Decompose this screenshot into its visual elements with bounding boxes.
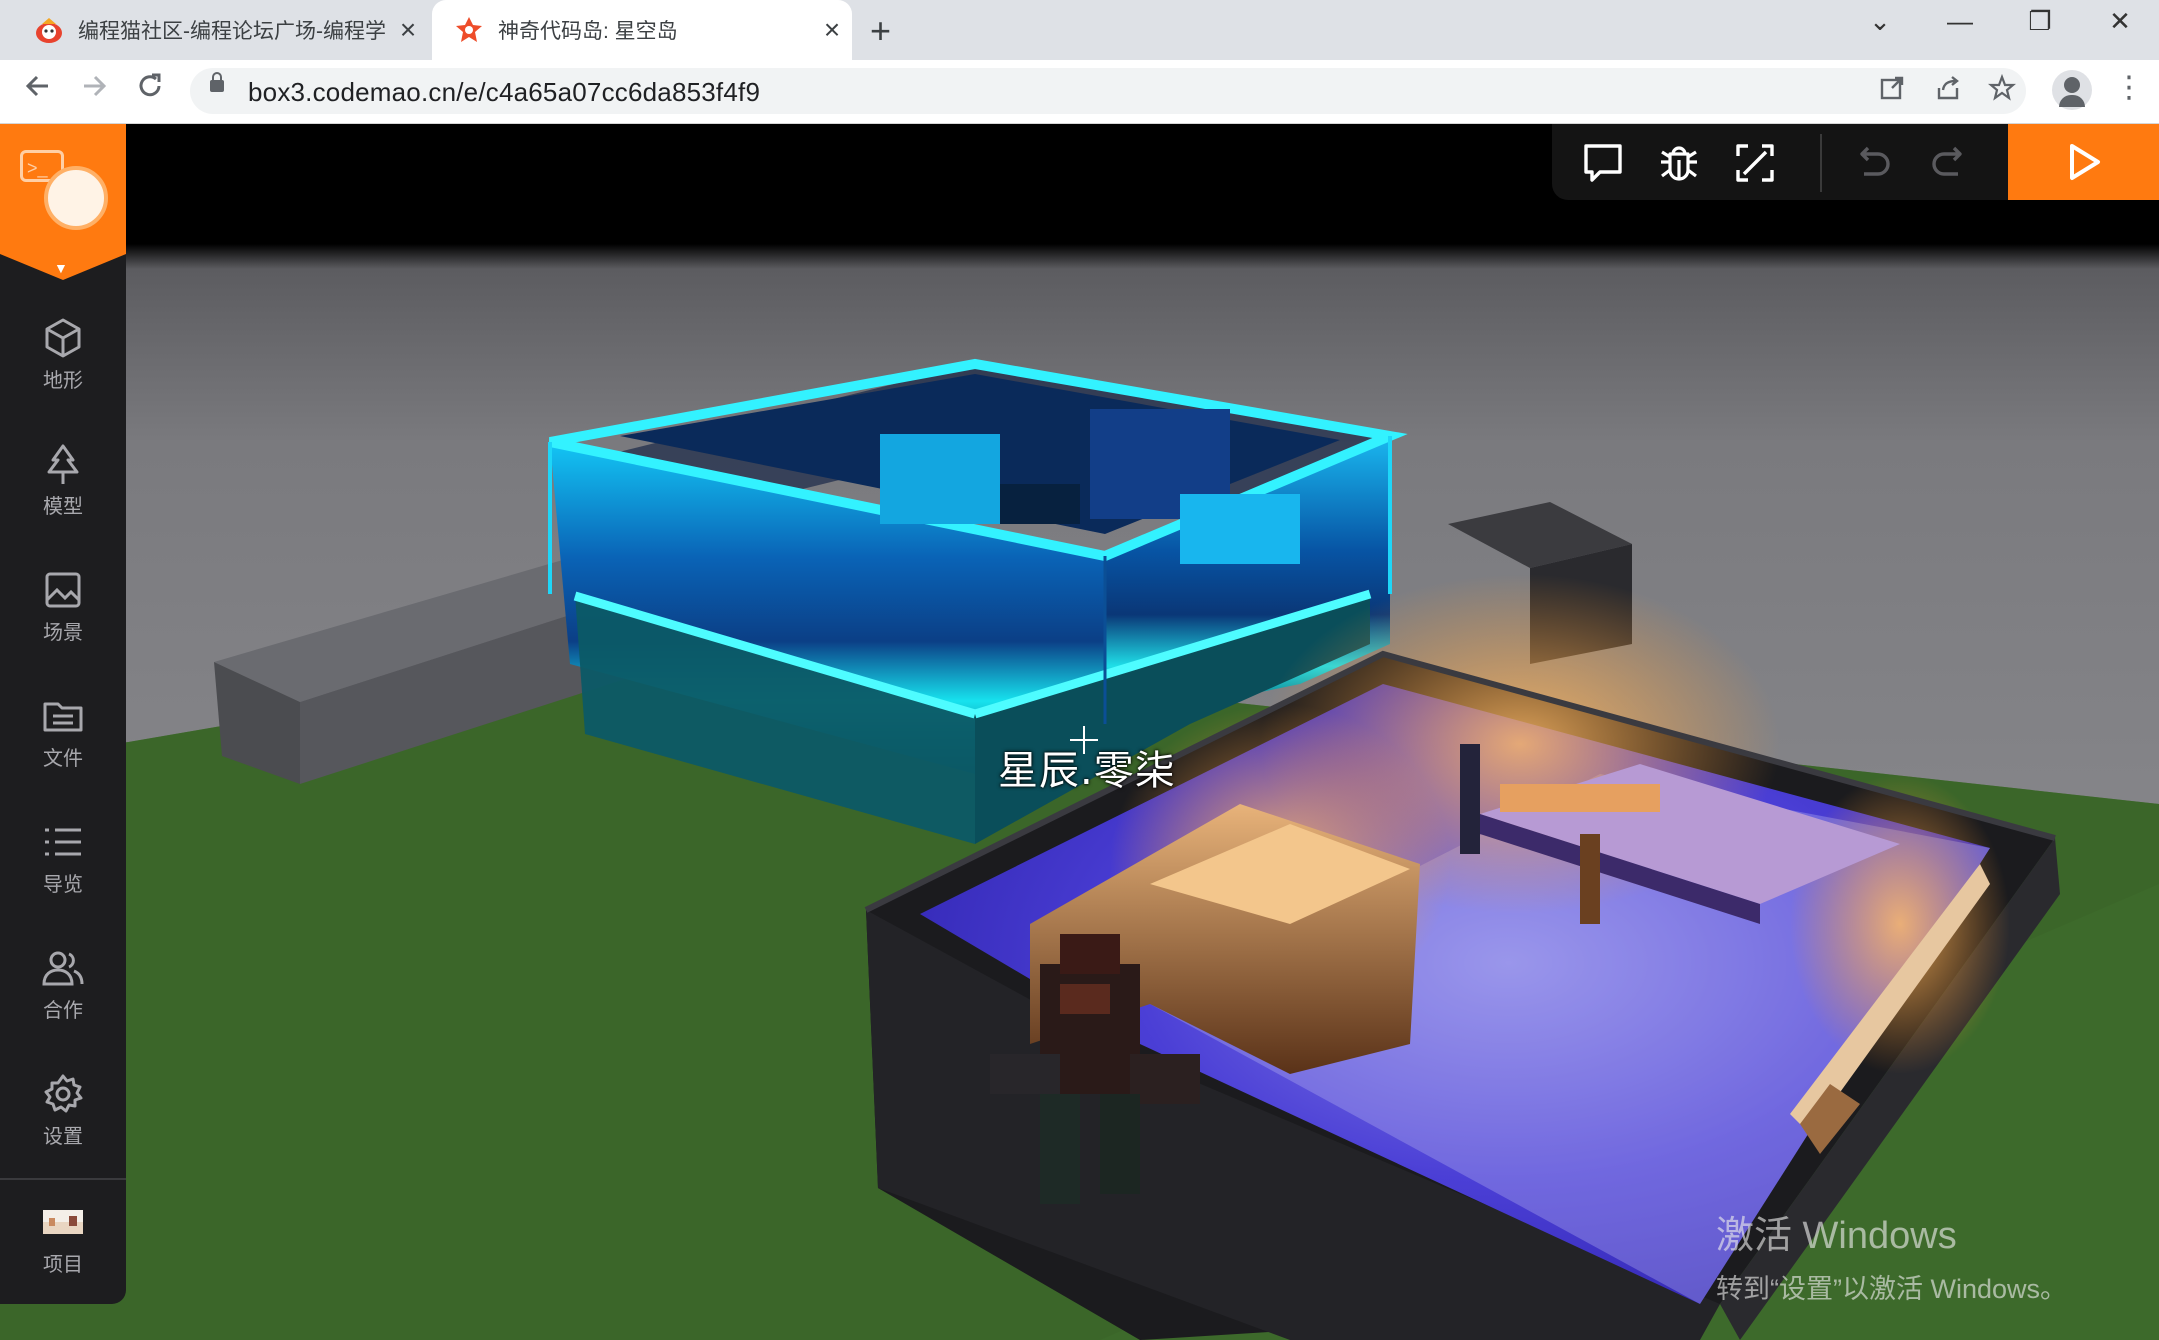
- codemao-favicon-icon: [36, 18, 62, 43]
- folder-icon: [43, 702, 83, 732]
- users-icon: [42, 951, 84, 986]
- open-in-app-icon[interactable]: [1878, 74, 1906, 102]
- sidebar-item-label: 导览: [43, 874, 83, 896]
- run-play-button[interactable]: [2008, 124, 2159, 200]
- sidebar-item-label: 场景: [43, 622, 83, 644]
- forward-icon[interactable]: [78, 70, 110, 110]
- browser-menu-icon[interactable]: ⋮: [2114, 70, 2144, 105]
- restore-button[interactable]: ❐: [2010, 6, 2070, 37]
- tab-box3-editor[interactable]: 神奇代码岛: 星空岛 ×: [432, 0, 852, 60]
- box3-mascot-logo: [44, 166, 108, 230]
- sidebar-item-label: 模型: [43, 496, 83, 518]
- sidebar-item-scene[interactable]: 场景: [0, 562, 126, 672]
- lock-icon: [210, 72, 224, 92]
- profile-avatar-icon[interactable]: [2052, 70, 2092, 110]
- watermark-title: 激活 Windows: [1716, 1215, 1957, 1257]
- sidebar-item-label: 设置: [43, 1126, 83, 1148]
- comment-icon[interactable]: [1580, 140, 1626, 186]
- debug-bug-icon[interactable]: [1656, 140, 1702, 186]
- tree-icon: [47, 444, 79, 484]
- redo-icon[interactable]: [1928, 140, 1970, 186]
- player-name-label: 星辰.零柒: [998, 748, 1176, 794]
- sidebar-item-models[interactable]: 模型: [0, 436, 126, 546]
- tab-codemao-community[interactable]: 编程猫社区-编程论坛广场-编程学 ×: [0, 0, 428, 60]
- sidebar-item-label: 地形: [43, 370, 83, 392]
- editor-sidebar: >_ ▼ 地形 模型 场景 文件 导览 合作 设置 项目: [0, 124, 126, 1304]
- editor-toolbar: [1552, 124, 2008, 200]
- address-bar: box3.codemao.cn/e/c4a65a07cc6da853f4f9 ⋮: [0, 60, 2159, 124]
- windows-activation-watermark: 激活 Windows 转到“设置”以激活 Windows。: [1716, 1204, 2067, 1306]
- tab-close-icon[interactable]: ×: [812, 14, 852, 46]
- play-icon: [2070, 144, 2100, 180]
- toolbar-separator: [1820, 134, 1822, 192]
- new-tab-button[interactable]: +: [870, 10, 891, 52]
- sidebar-item-guide[interactable]: 导览: [0, 814, 126, 924]
- fullscreen-icon[interactable]: [1732, 140, 1778, 186]
- sidebar-item-label: 文件: [43, 748, 83, 770]
- cube-icon: [45, 318, 81, 358]
- editor-logo-button[interactable]: >_ ▼: [0, 124, 126, 280]
- sidebar-item-label: 项目: [43, 1254, 83, 1276]
- sidebar-item-settings[interactable]: 设置: [0, 1066, 126, 1176]
- sidebar-item-project[interactable]: 项目: [0, 1194, 126, 1304]
- tab-title: 编程猫社区-编程论坛广场-编程学: [78, 20, 386, 43]
- sidebar-item-files[interactable]: 文件: [0, 688, 126, 798]
- tab-title: 神奇代码岛: 星空岛: [498, 20, 678, 43]
- url-text: box3.codemao.cn/e/c4a65a07cc6da853f4f9: [248, 77, 761, 107]
- share-icon[interactable]: [1934, 74, 1962, 102]
- watermark-subtitle: 转到“设置”以激活 Windows。: [1716, 1274, 2068, 1304]
- gear-icon: [44, 1074, 83, 1113]
- sidebar-item-label: 合作: [43, 1000, 83, 1022]
- url-omnibox[interactable]: box3.codemao.cn/e/c4a65a07cc6da853f4f9: [190, 68, 2026, 114]
- list-icon: [45, 828, 81, 856]
- sidebar-item-terrain[interactable]: 地形: [0, 310, 126, 420]
- window-close-button[interactable]: ✕: [2090, 6, 2150, 37]
- minimize-button[interactable]: —: [1930, 6, 1990, 37]
- project-thumbnail-icon: [43, 1210, 83, 1234]
- tab-search-dropdown-icon[interactable]: ⌄: [1850, 6, 1910, 37]
- back-icon[interactable]: [22, 70, 54, 110]
- chevron-down-icon: ▼: [54, 260, 68, 276]
- undo-icon[interactable]: [1852, 140, 1894, 186]
- sidebar-item-collaborate[interactable]: 合作: [0, 940, 126, 1050]
- sidebar-divider: [0, 1178, 126, 1180]
- bookmark-star-icon[interactable]: [1988, 74, 2016, 102]
- box3-favicon-icon: [456, 17, 482, 42]
- image-icon: [45, 572, 81, 608]
- reload-icon[interactable]: [134, 70, 166, 110]
- browser-tab-strip: 编程猫社区-编程论坛广场-编程学 × 神奇代码岛: 星空岛 × + ⌄ — ❐ …: [0, 0, 2159, 60]
- 3d-viewport[interactable]: 星辰.零柒 激活 Windows 转到“设置”以激活 Windows。 >_ ▼…: [0, 124, 2159, 1340]
- tab-close-icon[interactable]: ×: [388, 14, 428, 46]
